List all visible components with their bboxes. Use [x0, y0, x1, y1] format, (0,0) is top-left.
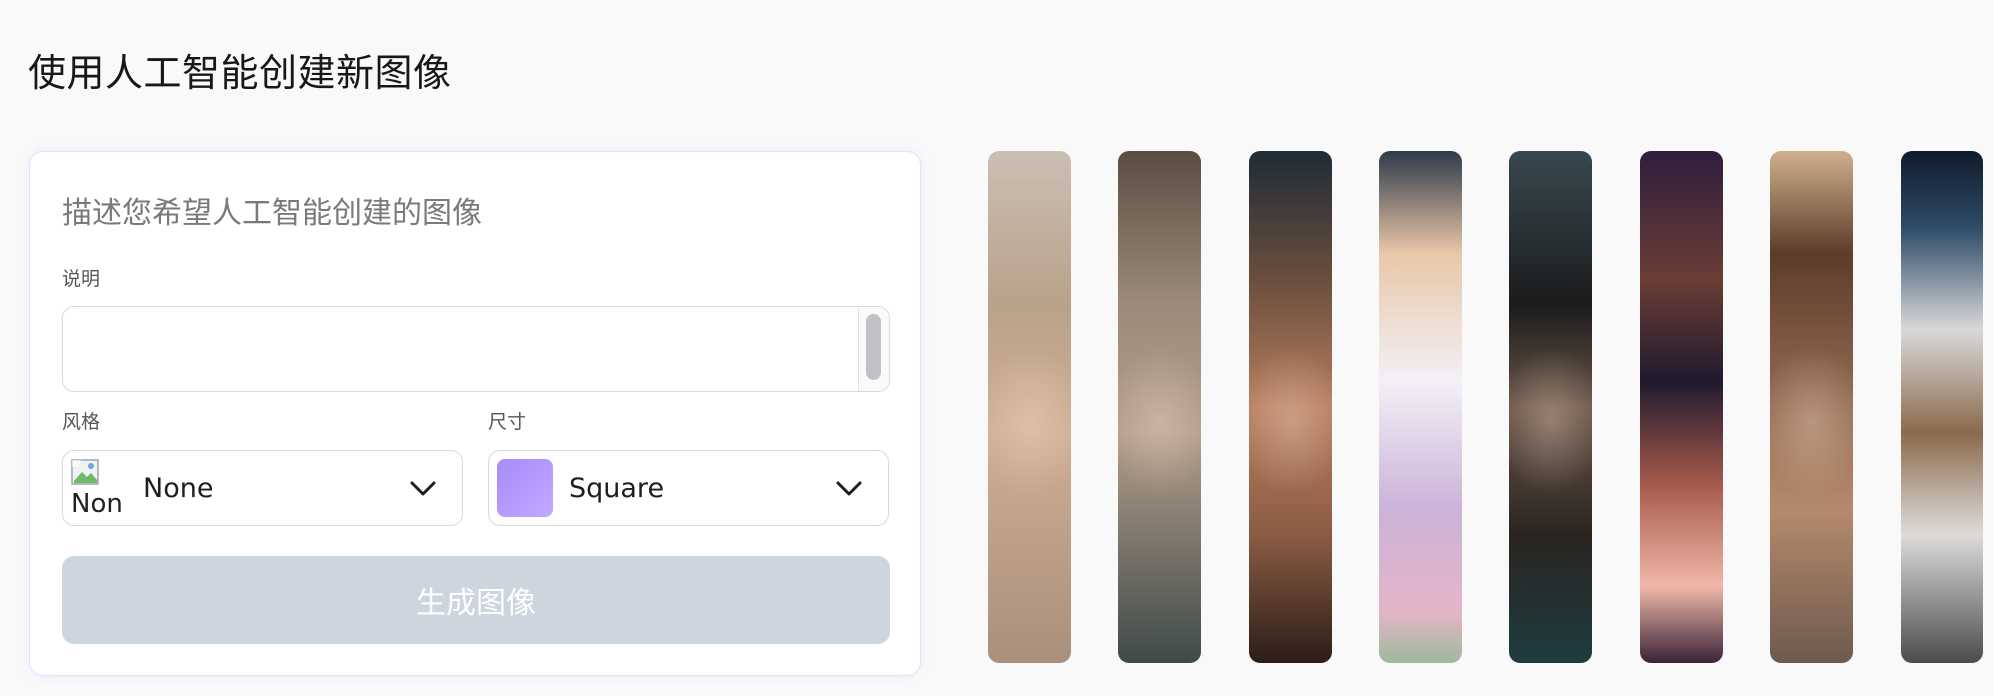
- create-image-card: 描述您希望人工智能创建的图像 说明 风格 Non None 尺寸 Square: [29, 151, 921, 676]
- size-select-value: Square: [569, 473, 665, 504]
- gallery-image-child: [1118, 151, 1201, 663]
- gallery-image-rugged-man: [1770, 151, 1853, 663]
- style-thumbnail: Non: [71, 459, 127, 517]
- style-select[interactable]: Non None: [62, 450, 463, 526]
- chevron-down-icon: [410, 481, 436, 496]
- gallery-image-dark-hair-woman: [1509, 151, 1592, 663]
- description-field-wrapper: [62, 306, 890, 392]
- gallery-image-sunglasses-man: [1640, 151, 1723, 663]
- style-select-value: None: [143, 473, 214, 504]
- size-label: 尺寸: [488, 411, 527, 433]
- description-scrollbar[interactable]: [858, 307, 889, 391]
- gallery-image-tiger: [1379, 151, 1462, 663]
- size-select[interactable]: Square: [488, 450, 889, 526]
- form-heading: 描述您希望人工智能创建的图像: [62, 196, 482, 231]
- gallery-image-smiling-man: [1249, 151, 1332, 663]
- style-label: 风格: [62, 411, 101, 433]
- description-input[interactable]: [63, 307, 858, 391]
- style-thumbnail-alt: Non: [71, 489, 123, 517]
- gallery-image-astronaut: [1901, 151, 1983, 663]
- chevron-down-icon: [836, 481, 862, 496]
- description-scroll-thumb[interactable]: [866, 314, 881, 380]
- broken-image-icon: [71, 459, 99, 485]
- gallery-image-woman: [988, 151, 1071, 663]
- size-swatch: [497, 459, 553, 517]
- page-title: 使用人工智能创建新图像: [28, 51, 452, 95]
- generate-image-button[interactable]: 生成图像: [62, 556, 890, 644]
- description-label: 说明: [62, 268, 101, 290]
